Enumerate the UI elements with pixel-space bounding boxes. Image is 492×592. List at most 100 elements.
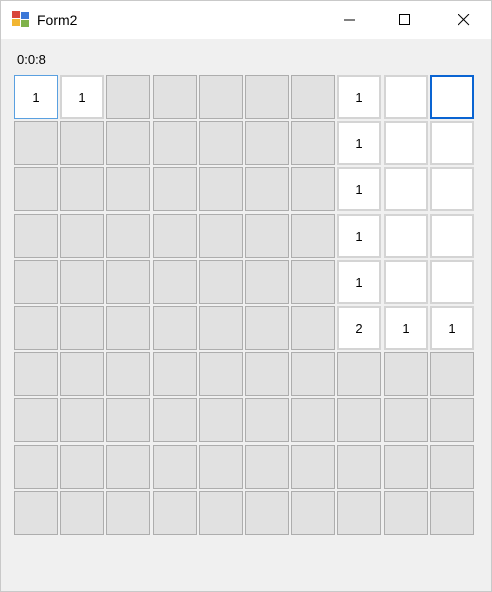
board-cell-r1-c5[interactable] (245, 121, 289, 165)
board-cell-r3-c0[interactable] (14, 214, 58, 258)
board-cell-r9-c8[interactable] (384, 491, 428, 535)
board-cell-r8-c6[interactable] (291, 445, 335, 489)
board-cell-r4-c7[interactable]: 1 (337, 260, 381, 304)
board-cell-r5-c7[interactable]: 2 (337, 306, 381, 350)
close-button[interactable] (441, 1, 487, 39)
board-cell-r5-c4[interactable] (199, 306, 243, 350)
board-cell-r3-c2[interactable] (106, 214, 150, 258)
board-cell-r2-c3[interactable] (153, 167, 197, 211)
board-cell-r9-c9[interactable] (430, 491, 474, 535)
board-cell-r0-c3[interactable] (153, 75, 197, 119)
board-cell-r1-c1[interactable] (60, 121, 104, 165)
board-cell-r4-c1[interactable] (60, 260, 104, 304)
board-cell-r0-c8[interactable] (384, 75, 428, 119)
board-cell-r6-c1[interactable] (60, 352, 104, 396)
board-cell-r0-c9[interactable] (430, 75, 474, 119)
board-cell-r6-c3[interactable] (153, 352, 197, 396)
board-cell-r5-c9[interactable]: 1 (430, 306, 474, 350)
board-cell-r7-c8[interactable] (384, 398, 428, 442)
board-cell-r1-c3[interactable] (153, 121, 197, 165)
board-cell-r3-c5[interactable] (245, 214, 289, 258)
board-cell-r6-c9[interactable] (430, 352, 474, 396)
board-cell-r1-c2[interactable] (106, 121, 150, 165)
board-cell-r8-c3[interactable] (153, 445, 197, 489)
board-cell-r9-c6[interactable] (291, 491, 335, 535)
board-cell-r5-c5[interactable] (245, 306, 289, 350)
board-cell-r6-c8[interactable] (384, 352, 428, 396)
board-cell-r3-c8[interactable] (384, 214, 428, 258)
board-cell-r4-c4[interactable] (199, 260, 243, 304)
board-cell-r4-c8[interactable] (384, 260, 428, 304)
minimize-button[interactable] (327, 1, 373, 39)
board-cell-r6-c5[interactable] (245, 352, 289, 396)
board-cell-r3-c7[interactable]: 1 (337, 214, 381, 258)
board-cell-r9-c2[interactable] (106, 491, 150, 535)
board-cell-r9-c3[interactable] (153, 491, 197, 535)
board-cell-r3-c1[interactable] (60, 214, 104, 258)
board-cell-r1-c9[interactable] (430, 121, 474, 165)
board-cell-r2-c5[interactable] (245, 167, 289, 211)
board-cell-r5-c3[interactable] (153, 306, 197, 350)
board-cell-r2-c6[interactable] (291, 167, 335, 211)
board-cell-r6-c4[interactable] (199, 352, 243, 396)
board-cell-r5-c0[interactable] (14, 306, 58, 350)
board-cell-r6-c6[interactable] (291, 352, 335, 396)
board-cell-r1-c6[interactable] (291, 121, 335, 165)
board-cell-r8-c2[interactable] (106, 445, 150, 489)
board-cell-r4-c6[interactable] (291, 260, 335, 304)
board-cell-r1-c4[interactable] (199, 121, 243, 165)
board-cell-r7-c1[interactable] (60, 398, 104, 442)
board-cell-r9-c7[interactable] (337, 491, 381, 535)
board-cell-r4-c2[interactable] (106, 260, 150, 304)
board-cell-r2-c8[interactable] (384, 167, 428, 211)
board-cell-r1-c0[interactable] (14, 121, 58, 165)
board-cell-r3-c4[interactable] (199, 214, 243, 258)
board-cell-r4-c9[interactable] (430, 260, 474, 304)
board-cell-r4-c0[interactable] (14, 260, 58, 304)
maximize-button[interactable] (382, 1, 428, 39)
board-cell-r7-c6[interactable] (291, 398, 335, 442)
board-cell-r3-c6[interactable] (291, 214, 335, 258)
board-cell-r5-c8[interactable]: 1 (384, 306, 428, 350)
board-cell-r6-c0[interactable] (14, 352, 58, 396)
title-bar[interactable]: Form2 (1, 1, 491, 39)
board-cell-r2-c7[interactable]: 1 (337, 167, 381, 211)
board-cell-r4-c3[interactable] (153, 260, 197, 304)
board-cell-r8-c5[interactable] (245, 445, 289, 489)
board-cell-r9-c0[interactable] (14, 491, 58, 535)
board-cell-r6-c7[interactable] (337, 352, 381, 396)
board-cell-r3-c9[interactable] (430, 214, 474, 258)
board-cell-r3-c3[interactable] (153, 214, 197, 258)
board-cell-r2-c4[interactable] (199, 167, 243, 211)
board-cell-r9-c4[interactable] (199, 491, 243, 535)
board-cell-r2-c2[interactable] (106, 167, 150, 211)
board-cell-r0-c1[interactable]: 1 (60, 75, 104, 119)
board-cell-r9-c1[interactable] (60, 491, 104, 535)
board-cell-r8-c1[interactable] (60, 445, 104, 489)
board-cell-r7-c7[interactable] (337, 398, 381, 442)
board-cell-r1-c7[interactable]: 1 (337, 121, 381, 165)
board-cell-r2-c9[interactable] (430, 167, 474, 211)
board-cell-r7-c0[interactable] (14, 398, 58, 442)
board-cell-r5-c2[interactable] (106, 306, 150, 350)
board-cell-r0-c4[interactable] (199, 75, 243, 119)
board-cell-r0-c5[interactable] (245, 75, 289, 119)
board-cell-r7-c4[interactable] (199, 398, 243, 442)
board-cell-r8-c9[interactable] (430, 445, 474, 489)
board-cell-r2-c0[interactable] (14, 167, 58, 211)
board-cell-r5-c6[interactable] (291, 306, 335, 350)
board-cell-r7-c9[interactable] (430, 398, 474, 442)
board-cell-r4-c5[interactable] (245, 260, 289, 304)
board-cell-r7-c3[interactable] (153, 398, 197, 442)
board-cell-r7-c2[interactable] (106, 398, 150, 442)
board-cell-r6-c2[interactable] (106, 352, 150, 396)
board-cell-r1-c8[interactable] (384, 121, 428, 165)
board-cell-r8-c8[interactable] (384, 445, 428, 489)
board-cell-r9-c5[interactable] (245, 491, 289, 535)
board-cell-r8-c0[interactable] (14, 445, 58, 489)
board-cell-r5-c1[interactable] (60, 306, 104, 350)
board-cell-r8-c7[interactable] (337, 445, 381, 489)
board-cell-r0-c6[interactable] (291, 75, 335, 119)
board-cell-r8-c4[interactable] (199, 445, 243, 489)
board-cell-r0-c0[interactable]: 1 (14, 75, 58, 119)
